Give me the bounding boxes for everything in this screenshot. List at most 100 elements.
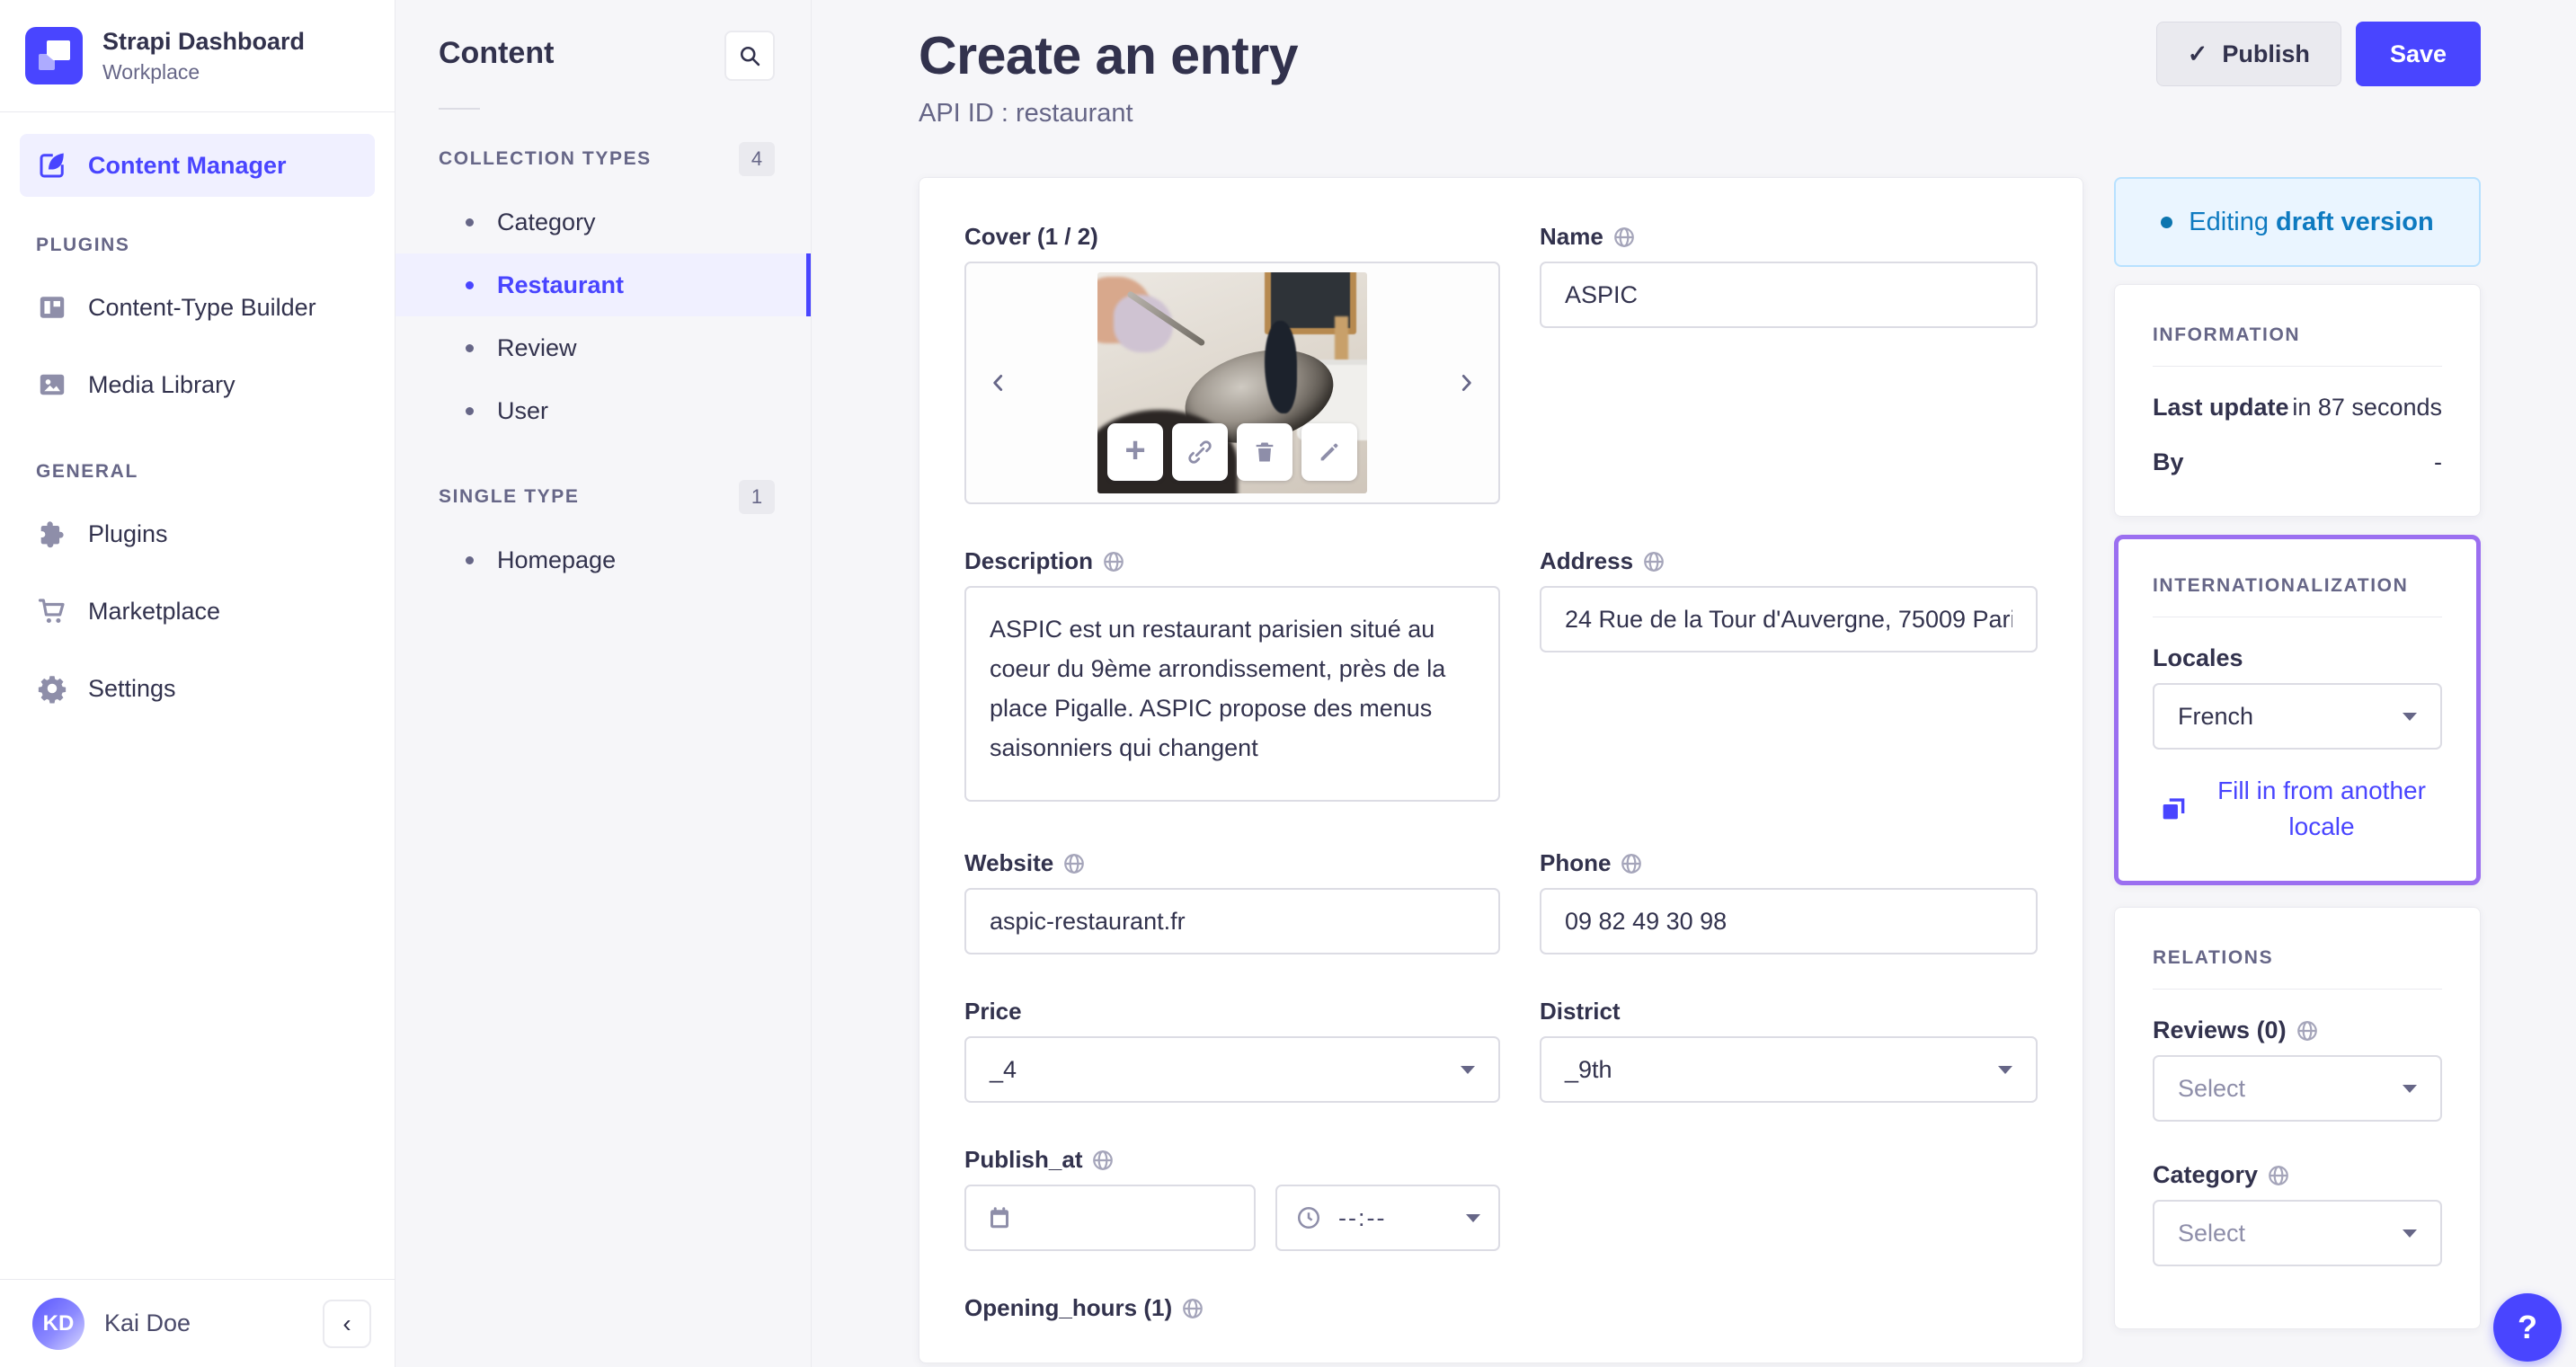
sidebar-item-label: Content-Type Builder <box>88 293 316 321</box>
sidebar-section-general: GENERAL <box>36 461 138 482</box>
price-select[interactable]: _4 <box>964 1036 1500 1103</box>
plus-icon: + <box>1124 431 1146 470</box>
bullet-icon <box>466 406 474 415</box>
chevron-down-icon <box>2403 1229 2417 1238</box>
brand-title: Strapi Dashboard <box>102 28 306 56</box>
edit-asset-button[interactable] <box>1301 423 1357 481</box>
globe-icon <box>1642 550 1666 573</box>
relations-header: RELATIONS <box>2153 947 2274 968</box>
globe-icon <box>1620 852 1643 875</box>
internationalization-header: INTERNATIONALIZATION <box>2153 575 2409 596</box>
collection-type-review[interactable]: Review <box>395 316 811 379</box>
collection-type-restaurant[interactable]: Restaurant <box>395 253 811 316</box>
sidebar-item-media-library[interactable]: Media Library <box>20 346 375 423</box>
website-field: Website <box>964 849 1500 954</box>
district-label: District <box>1540 998 1621 1025</box>
copy-icon <box>2158 794 2189 824</box>
collection-types-count-badge: 4 <box>739 142 775 176</box>
carousel-prev-button[interactable] <box>979 363 1018 403</box>
publish-at-date-input[interactable] <box>964 1185 1256 1251</box>
locales-select[interactable]: French <box>2153 683 2442 750</box>
collection-type-label: Restaurant <box>497 271 625 298</box>
cart-icon <box>36 595 68 627</box>
description-textarea[interactable]: ASPIC est un restaurant parisien situé a… <box>964 586 1500 802</box>
trash-icon <box>1252 439 1277 465</box>
sidebar-item-settings[interactable]: Settings <box>20 650 375 727</box>
help-button[interactable]: ? <box>2493 1293 2562 1362</box>
workspace-brand[interactable]: Strapi Dashboard Workplace <box>0 0 395 112</box>
information-card: INFORMATION Last update in 87 seconds By… <box>2114 284 2481 517</box>
sidebar-item-content-manager[interactable]: Content Manager <box>20 134 375 197</box>
app-root: Strapi Dashboard Workplace Content Manag… <box>0 0 2576 1367</box>
name-input[interactable] <box>1540 262 2038 328</box>
collection-type-label: Category <box>497 208 596 235</box>
opening-hours-label: Opening_hours (1) <box>964 1294 1500 1322</box>
globe-icon <box>1091 1149 1115 1172</box>
name-field: Name <box>1540 223 2038 328</box>
question-mark-icon: ? <box>2518 1309 2537 1345</box>
layout-grid-icon <box>36 291 68 324</box>
strapi-logo-icon <box>25 27 83 84</box>
subnav-divider <box>439 108 480 110</box>
header-actions: ✓ Publish Save <box>2155 22 2481 86</box>
sidebar-section-plugins: PLUGINS <box>36 235 130 255</box>
phone-field: Phone <box>1540 849 2038 954</box>
save-button[interactable]: Save <box>2355 22 2481 86</box>
media-actions: + <box>1107 423 1357 481</box>
description-label: Description <box>964 547 1500 575</box>
collection-type-label: User <box>497 396 549 424</box>
user-name: Kai Doe <box>104 1309 191 1336</box>
brand-text: Strapi Dashboard Workplace <box>102 27 305 84</box>
sidebar-collapse-button[interactable]: ‹ <box>323 1299 371 1348</box>
publish-at-time-input[interactable]: --:-- <box>1275 1185 1500 1251</box>
cover-image[interactable]: + <box>1097 272 1367 493</box>
content-subnav: Content COLLECTION TYPES 4 Category Rest… <box>395 0 812 1367</box>
last-update-label: Last update <box>2153 394 2289 421</box>
fill-from-locale-link[interactable]: Fill in from another locale <box>2153 773 2442 845</box>
puzzle-icon <box>36 518 68 550</box>
by-value: - <box>2434 448 2442 475</box>
picture-icon <box>36 368 68 401</box>
globe-icon <box>1102 550 1125 573</box>
link-icon <box>1186 439 1213 466</box>
website-input[interactable] <box>964 888 1500 954</box>
gear-icon <box>36 672 68 705</box>
description-field: Description ASPIC est un restaurant pari… <box>964 547 1500 806</box>
page-header: Create an entry API ID : restaurant ✓ Pu… <box>919 22 2481 129</box>
by-row: By - <box>2153 448 2442 476</box>
globe-icon <box>2296 1019 2319 1043</box>
address-input[interactable] <box>1540 586 2038 652</box>
sidebar-item-plugins[interactable]: Plugins <box>20 495 375 573</box>
single-type-homepage[interactable]: Homepage <box>395 528 811 591</box>
save-button-label: Save <box>2389 40 2447 67</box>
delete-asset-button[interactable] <box>1237 423 1292 481</box>
time-placeholder: --:-- <box>1338 1203 1387 1231</box>
reviews-label: Reviews (0) <box>2153 1016 2442 1044</box>
subnav-title: Content <box>439 36 555 70</box>
chevron-down-icon <box>2403 1084 2417 1093</box>
sidebar-item-marketplace[interactable]: Marketplace <box>20 573 375 650</box>
add-asset-button[interactable]: + <box>1107 423 1163 481</box>
reviews-select[interactable]: Select <box>2153 1055 2442 1122</box>
sidebar-item-content-type-builder[interactable]: Content-Type Builder <box>20 269 375 346</box>
carousel-next-button[interactable] <box>1446 363 1486 403</box>
calendar-icon <box>986 1204 1013 1231</box>
district-select[interactable]: _9th <box>1540 1036 2038 1103</box>
avatar[interactable]: KD <box>32 1297 84 1350</box>
information-header: INFORMATION <box>2153 324 2301 345</box>
clock-icon <box>1295 1204 1322 1231</box>
cover-label: Cover (1 / 2) <box>964 223 1098 250</box>
phone-input[interactable] <box>1540 888 2038 954</box>
search-button[interactable] <box>724 31 775 81</box>
copy-link-button[interactable] <box>1172 423 1228 481</box>
publish-button[interactable]: ✓ Publish <box>2155 22 2341 86</box>
single-type-header: SINGLE TYPE <box>439 486 580 507</box>
locales-select-value: French <box>2178 702 2254 730</box>
chevron-down-icon <box>1466 1213 1480 1222</box>
collection-type-user[interactable]: User <box>395 379 811 442</box>
collection-type-category[interactable]: Category <box>395 191 811 253</box>
collection-types-header-row: COLLECTION TYPES 4 <box>395 142 811 176</box>
category-select[interactable]: Select <box>2153 1200 2442 1266</box>
check-icon: ✓ <box>2187 40 2208 67</box>
fill-from-locale-label: Fill in from another locale <box>2217 777 2426 840</box>
